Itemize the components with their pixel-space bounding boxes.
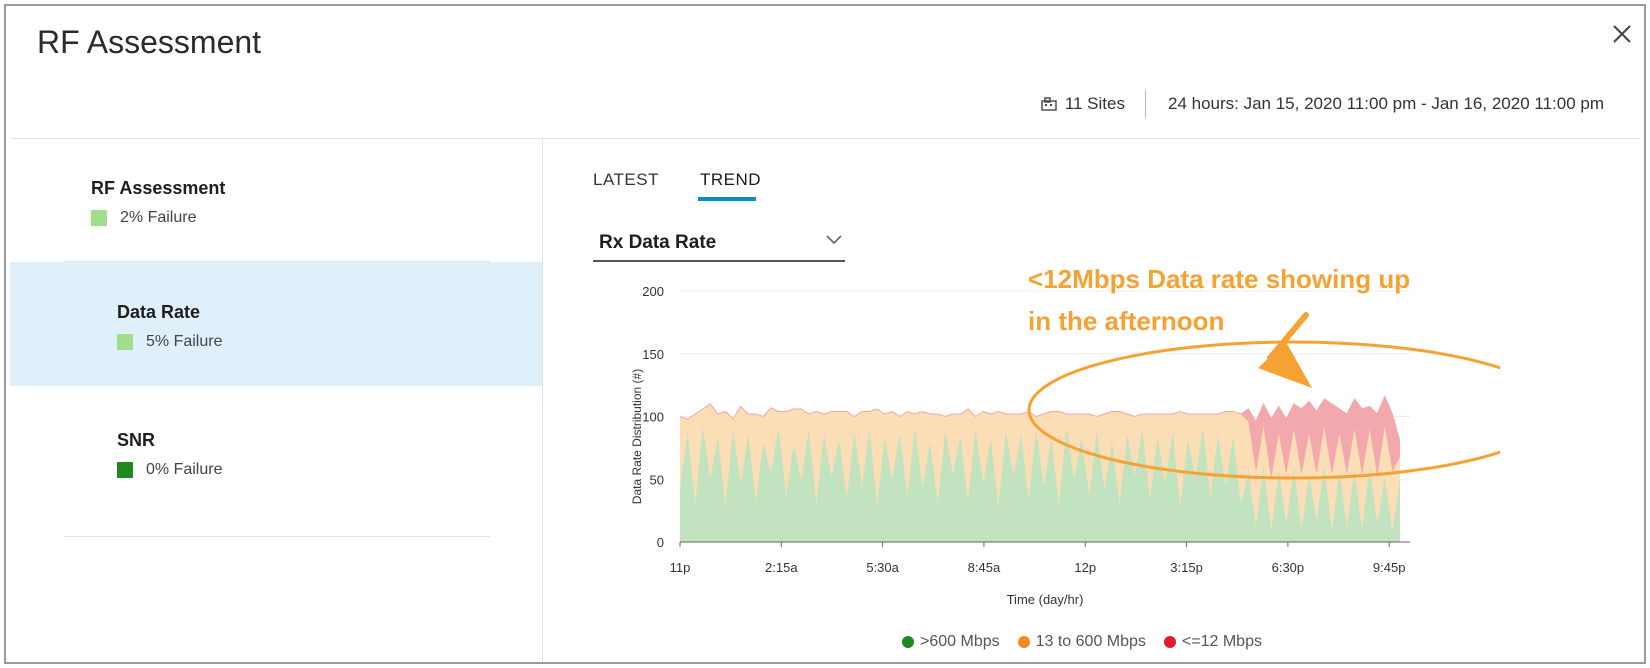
sidebar-item-label: RF Assessment: [91, 178, 226, 198]
failure-text: 0% Failure: [146, 461, 223, 478]
sites-selector[interactable]: 11 Sites: [1041, 94, 1145, 114]
metric-dropdown[interactable]: Rx Data Rate: [593, 226, 845, 262]
annotation: <12Mbps Data rate showing up in the afte…: [1028, 258, 1468, 342]
x-tick-label: 9:45p: [1373, 560, 1406, 575]
failure-text: 5% Failure: [146, 333, 223, 350]
close-icon[interactable]: [1608, 20, 1636, 48]
sidebar-item-snr[interactable]: SNR 0% Failure: [10, 386, 542, 510]
dropdown-value: Rx Data Rate: [599, 232, 717, 253]
sidebar-item-label: SNR: [117, 430, 156, 450]
x-tick-label: 6:30p: [1272, 560, 1305, 575]
y-tick-label: 200: [642, 284, 664, 299]
annotation-arrowhead: [1258, 342, 1312, 388]
chevron-down-icon: [826, 235, 842, 245]
legend-label: >600 Mbps: [920, 633, 1000, 650]
legend-dot: [902, 636, 914, 648]
status-swatch: [117, 334, 133, 350]
legend-label: 13 to 600 Mbps: [1035, 633, 1146, 650]
sidebar-item-failure: 2% Failure: [91, 209, 196, 227]
legend-item[interactable]: <=12 Mbps: [1163, 633, 1262, 651]
legend-item[interactable]: 13 to 600 Mbps: [1017, 633, 1146, 651]
tab-trend[interactable]: TREND: [700, 170, 761, 190]
x-tick-label: 12p: [1074, 560, 1096, 575]
chart-legend: >600 Mbps 13 to 600 Mbps <=12 Mbps: [902, 633, 1262, 651]
time-range[interactable]: 24 hours: Jan 15, 2020 11:00 pm - Jan 16…: [1168, 94, 1604, 114]
y-tick-label: 100: [642, 410, 664, 425]
active-tab-indicator: [698, 197, 756, 201]
y-tick-label: 50: [650, 472, 664, 487]
x-tick-label: 5:30a: [866, 560, 899, 575]
sites-count: 11 Sites: [1064, 94, 1125, 113]
x-axis-label: Time (day/hr): [1007, 592, 1084, 607]
y-tick-label: 150: [642, 347, 664, 362]
sidebar-divider: [64, 536, 490, 537]
sidebar-item-data-rate[interactable]: Data Rate 5% Failure: [10, 262, 542, 386]
header-separator: [1144, 90, 1146, 118]
legend-label: <=12 Mbps: [1181, 633, 1262, 650]
status-swatch: [91, 210, 107, 226]
legend-item[interactable]: >600 Mbps: [902, 633, 1000, 651]
sidebar-item-failure: 0% Failure: [117, 461, 222, 479]
y-axis-label: Data Rate Distribution (#): [630, 369, 644, 504]
status-swatch: [117, 462, 133, 478]
header-meta: 11 Sites 24 hours: Jan 15, 2020 11:00 pm…: [1041, 90, 1604, 118]
x-tick-label: 3:15p: [1170, 560, 1203, 575]
building-icon: [1041, 97, 1057, 111]
x-tick-label: 2:15a: [765, 560, 798, 575]
sidebar-item-rf-assessment[interactable]: RF Assessment 2% Failure: [10, 138, 542, 262]
x-tick-label: 8:45a: [968, 560, 1001, 575]
sidebar-item-failure: 5% Failure: [117, 333, 222, 351]
failure-text: 2% Failure: [120, 209, 197, 226]
y-tick-label: 0: [657, 535, 664, 550]
legend-dot: [1017, 636, 1030, 648]
panel-divider: [542, 139, 543, 662]
legend-dot: [1163, 636, 1176, 648]
tab-latest[interactable]: LATEST: [593, 170, 659, 190]
annotation-line-1: <12Mbps Data rate showing up: [1028, 264, 1411, 294]
dialog-title: RF Assessment: [37, 24, 262, 60]
sidebar-item-label: Data Rate: [117, 302, 201, 322]
x-tick-label: 11p: [670, 560, 691, 575]
annotation-line-2: in the afternoon: [1028, 306, 1225, 336]
